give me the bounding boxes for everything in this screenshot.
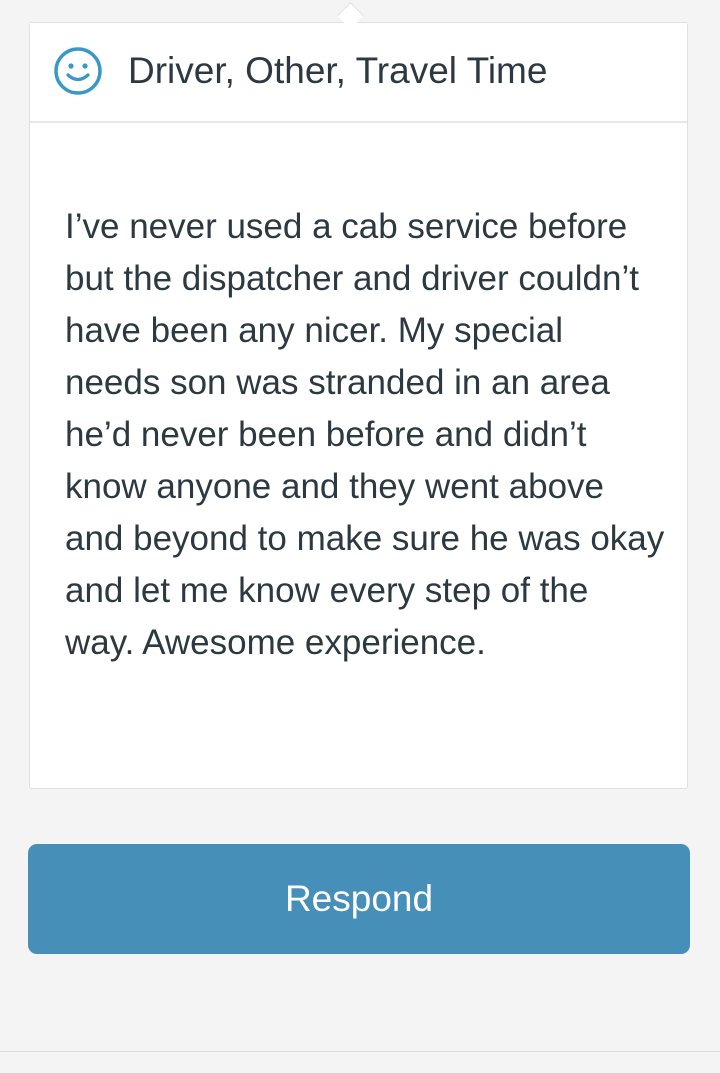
smiley-face-icon bbox=[53, 46, 103, 96]
review-text: I’ve never used a cab service before but… bbox=[65, 207, 665, 662]
review-categories-title: Driver, Other, Travel Time bbox=[128, 50, 548, 91]
review-card-header: Driver, Other, Travel Time bbox=[30, 23, 687, 123]
bottom-divider bbox=[0, 1051, 720, 1073]
review-card: Driver, Other, Travel Time I’ve never us… bbox=[29, 22, 688, 789]
respond-button[interactable]: Respond bbox=[28, 844, 690, 954]
